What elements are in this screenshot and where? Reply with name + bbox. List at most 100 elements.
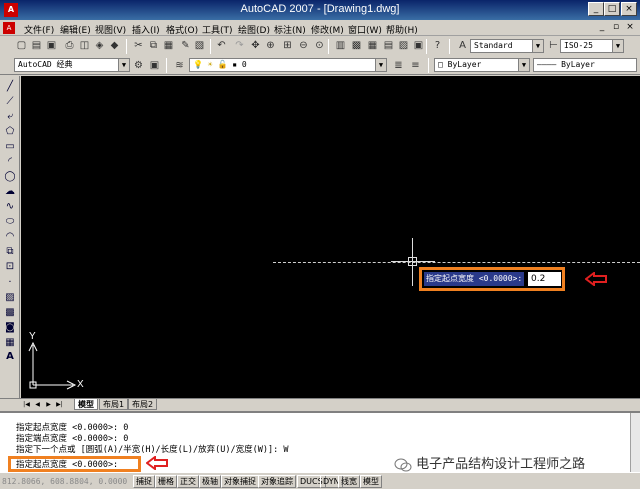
plot-preview-icon[interactable]: ◫ (77, 38, 92, 53)
menu-format[interactable]: 格式(O) (166, 23, 198, 36)
polar-toggle[interactable]: 极轴 (199, 475, 221, 488)
markup-icon[interactable]: ▨ (396, 38, 411, 53)
color-select[interactable]: □ ByLayer ▼ (434, 58, 530, 72)
zoom-previous-icon[interactable]: ⊖ (296, 38, 311, 53)
redo-icon[interactable]: ↷ (232, 38, 247, 53)
menu-edit[interactable]: 编辑(E) (60, 23, 91, 36)
properties-icon[interactable]: ▥ (333, 38, 348, 53)
text-style-select[interactable]: Standard ▼ (470, 39, 544, 53)
dim-style-select[interactable]: ISO-25 ▼ (560, 39, 624, 53)
calculator-icon[interactable]: ▣ (411, 38, 426, 53)
zoom-window-icon[interactable]: ⊞ (280, 38, 295, 53)
drawing-canvas[interactable]: 指定起点宽度 <0.0000>: 0.2 Y X (21, 76, 640, 398)
polygon-icon[interactable]: ⬠ (3, 125, 17, 139)
help-icon[interactable]: ? (430, 38, 445, 53)
3d-dwf-icon[interactable]: ◆ (107, 38, 122, 53)
tab-next-icon[interactable]: ▶ (44, 400, 53, 409)
osnap-toggle[interactable]: 对象捕捉 (221, 475, 259, 488)
command-scrollbar[interactable] (630, 413, 640, 472)
menu-insert[interactable]: 插入(I) (132, 23, 160, 36)
match-properties-icon[interactable]: ✎ (178, 38, 193, 53)
command-window[interactable]: 指定起点宽度 <0.0000>: 0 指定端点宽度 <0.0000>: 0 指定… (0, 411, 640, 472)
block-editor-icon[interactable]: ▧ (192, 38, 207, 53)
menu-help[interactable]: 帮助(H) (386, 23, 418, 36)
cut-icon[interactable]: ✂ (131, 38, 146, 53)
coordinate-readout[interactable]: 812.8066, 608.8804, 0.0000 (2, 475, 130, 488)
sheet-set-icon[interactable]: ▤ (381, 38, 396, 53)
tab-last-icon[interactable]: ▶| (55, 400, 64, 409)
point-icon[interactable]: · (3, 276, 17, 290)
menu-draw[interactable]: 绘图(D) (238, 23, 270, 36)
tab-layout2[interactable]: 布局2 (128, 399, 158, 410)
ellipse-icon[interactable]: ⬭ (3, 215, 17, 229)
spline-icon[interactable]: ∿ (3, 200, 17, 214)
document-icon[interactable]: A (3, 22, 15, 34)
snap-toggle[interactable]: 捕捉 (133, 475, 155, 488)
menu-modify[interactable]: 修改(M) (311, 23, 344, 36)
pan-icon[interactable]: ✥ (248, 38, 263, 53)
line-icon[interactable]: ╱ (3, 80, 17, 94)
dim-style-icon[interactable]: ⊢ (546, 38, 561, 53)
region-icon[interactable]: ◙ (3, 321, 17, 335)
save-icon[interactable]: ▣ (44, 38, 59, 53)
workspace-save-icon[interactable]: ▣ (147, 58, 162, 73)
grid-toggle[interactable]: 栅格 (155, 475, 177, 488)
tab-layout1[interactable]: 布局1 (99, 399, 129, 410)
maximize-button[interactable]: □ (604, 2, 620, 16)
minimize-button[interactable]: _ (588, 2, 604, 16)
undo-icon[interactable]: ↶ (214, 38, 229, 53)
tab-first-icon[interactable]: |◀ (22, 400, 31, 409)
color-value: ByLayer (447, 60, 482, 69)
model-toggle[interactable]: 模型 (360, 475, 382, 488)
layer-manager-icon[interactable]: ≋ (172, 58, 187, 73)
hatch-icon[interactable]: ▨ (3, 291, 17, 305)
tool-palettes-icon[interactable]: ▦ (365, 38, 380, 53)
ellipse-arc-icon[interactable]: ◠ (3, 230, 17, 244)
lineweight-toggle[interactable]: 线宽 (338, 475, 360, 488)
close-button[interactable]: × (621, 2, 637, 16)
separator (426, 39, 427, 54)
menu-view[interactable]: 视图(V) (95, 23, 126, 36)
ortho-toggle[interactable]: 正交 (177, 475, 199, 488)
new-icon[interactable]: ▢ (14, 38, 29, 53)
otrack-toggle[interactable]: 对象追踪 (258, 475, 296, 488)
table-icon[interactable]: ▦ (3, 336, 17, 350)
publish-icon[interactable]: ◈ (92, 38, 107, 53)
menu-tools[interactable]: 工具(T) (202, 23, 233, 36)
revision-cloud-icon[interactable]: ☁ (3, 185, 17, 199)
polyline-icon[interactable]: ⤶ (3, 110, 17, 124)
layer-previous-icon[interactable]: ≡ (408, 58, 423, 73)
construction-line-icon[interactable]: ⟋ (3, 95, 17, 109)
workspace-select[interactable]: AutoCAD 经典 ▼ (14, 58, 130, 72)
menu-file[interactable]: 文件(F) (24, 23, 54, 36)
tab-prev-icon[interactable]: ◀ (33, 400, 42, 409)
doc-minimize-button[interactable]: _ (596, 22, 608, 33)
layer-select[interactable]: 💡 ☀ 🔓 ▪ 0 ▼ (189, 58, 387, 72)
dynamic-input-field[interactable]: 0.2 (528, 272, 561, 286)
make-layer-current-icon[interactable]: ≣ (391, 58, 406, 73)
doc-close-button[interactable]: × (624, 22, 636, 33)
text-style-icon[interactable]: A (455, 38, 470, 53)
arc-icon[interactable]: ◜ (3, 155, 17, 169)
command-prompt[interactable]: 指定起点宽度 <0.0000>: (16, 458, 118, 470)
multiline-text-icon[interactable]: A (3, 350, 17, 364)
plot-icon[interactable]: ⎙ (62, 38, 77, 53)
zoom-extents-icon[interactable]: ⊙ (312, 38, 327, 53)
design-center-icon[interactable]: ▩ (349, 38, 364, 53)
menu-window[interactable]: 窗口(W) (348, 23, 382, 36)
tab-model[interactable]: 模型 (74, 399, 98, 410)
make-block-icon[interactable]: ⊡ (3, 260, 17, 274)
doc-restore-button[interactable]: ▫ (610, 22, 622, 33)
gradient-icon[interactable]: ▩ (3, 306, 17, 320)
paste-icon[interactable]: ▦ (161, 38, 176, 53)
circle-icon[interactable]: ◯ (3, 170, 17, 184)
rectangle-icon[interactable]: ▭ (3, 140, 17, 154)
zoom-realtime-icon[interactable]: ⊕ (263, 38, 278, 53)
tracking-line (273, 262, 640, 263)
menu-dimension[interactable]: 标注(N) (274, 23, 306, 36)
insert-block-icon[interactable]: ⧉ (3, 245, 17, 259)
linetype-select[interactable]: ———— ByLayer (533, 58, 637, 72)
workspace-settings-icon[interactable]: ⚙ (131, 58, 146, 73)
copy-icon[interactable]: ⧉ (146, 38, 161, 53)
open-icon[interactable]: ▤ (29, 38, 44, 53)
